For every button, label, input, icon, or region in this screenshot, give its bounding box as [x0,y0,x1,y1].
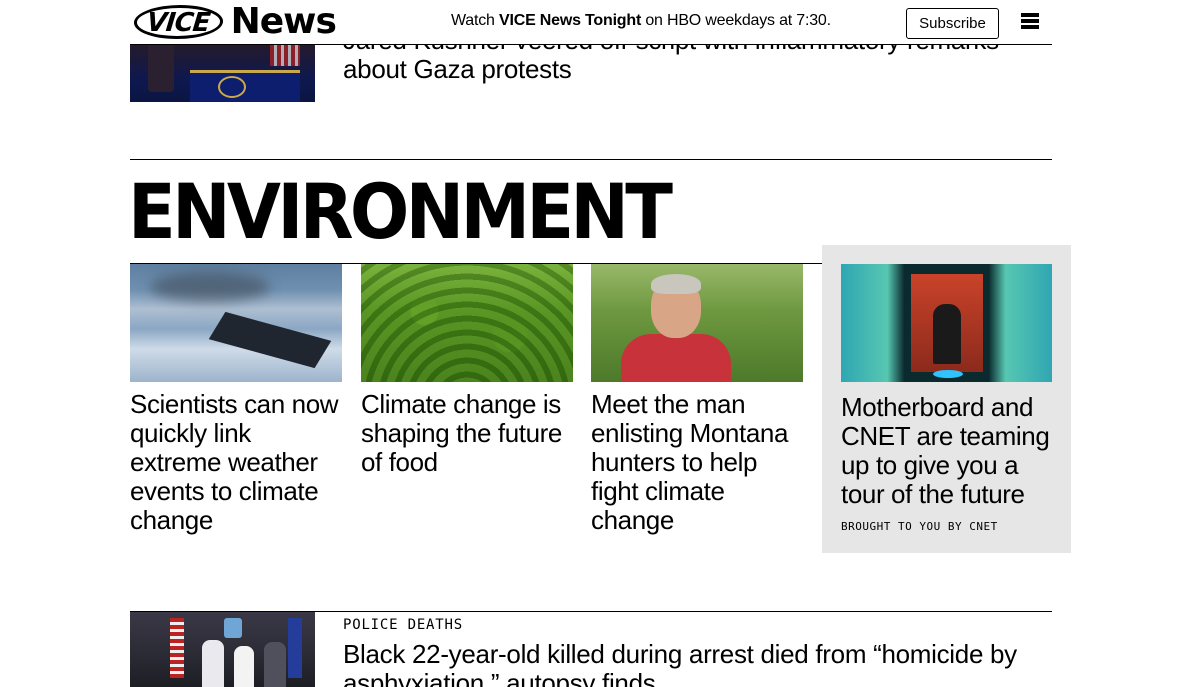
story-card[interactable]: Climate change is shaping the future of … [361,264,573,477]
story-card-image[interactable] [591,264,803,382]
story-card-image[interactable] [361,264,573,382]
story-card-image[interactable] [130,264,342,382]
sponsored-byline: BROUGHT TO YOU BY CNET [841,520,998,533]
story-card[interactable]: Scientists can now quickly link extreme … [130,264,342,535]
hbo-promo-text: Watch VICE News Tonight on HBO weekdays … [451,12,831,30]
bottom-article-thumbnail[interactable] [130,612,315,687]
story-card-title[interactable]: Meet the man enlisting Montana hunters t… [591,390,803,535]
logo-badge: VICE [132,5,225,39]
story-card-title[interactable]: Climate change is shaping the future of … [361,390,573,477]
sponsored-card-image[interactable] [841,264,1052,382]
hamburger-menu-icon[interactable] [1021,13,1039,29]
bottom-article-headline[interactable]: Black 22-year-old killed during arrest d… [343,640,1043,687]
promo-prefix: Watch [451,12,499,29]
promo-suffix: on HBO weekdays at 7:30. [641,12,831,29]
sponsored-card-title[interactable]: Motherboard and CNET are teaming up to g… [841,393,1056,509]
sponsored-card[interactable]: Motherboard and CNET are teaming up to g… [822,245,1071,553]
site-header: VICE News Watch VICE News Tonight on HBO… [0,0,1200,44]
header-divider [130,44,1052,45]
story-card[interactable]: Meet the man enlisting Montana hunters t… [591,264,803,535]
promo-show-name: VICE News Tonight [499,12,642,29]
section-title[interactable]: ENVIRONMENT [128,170,673,254]
subscribe-button[interactable]: Subscribe [906,8,999,39]
article-kicker[interactable]: POLICE DEATHS [343,617,463,633]
section-divider [130,159,1052,160]
story-card-title[interactable]: Scientists can now quickly link extreme … [130,390,342,535]
thumbnail-seal [218,76,246,98]
vice-news-logo[interactable]: VICE News [132,1,337,42]
logo-wordmark: News [230,1,337,42]
